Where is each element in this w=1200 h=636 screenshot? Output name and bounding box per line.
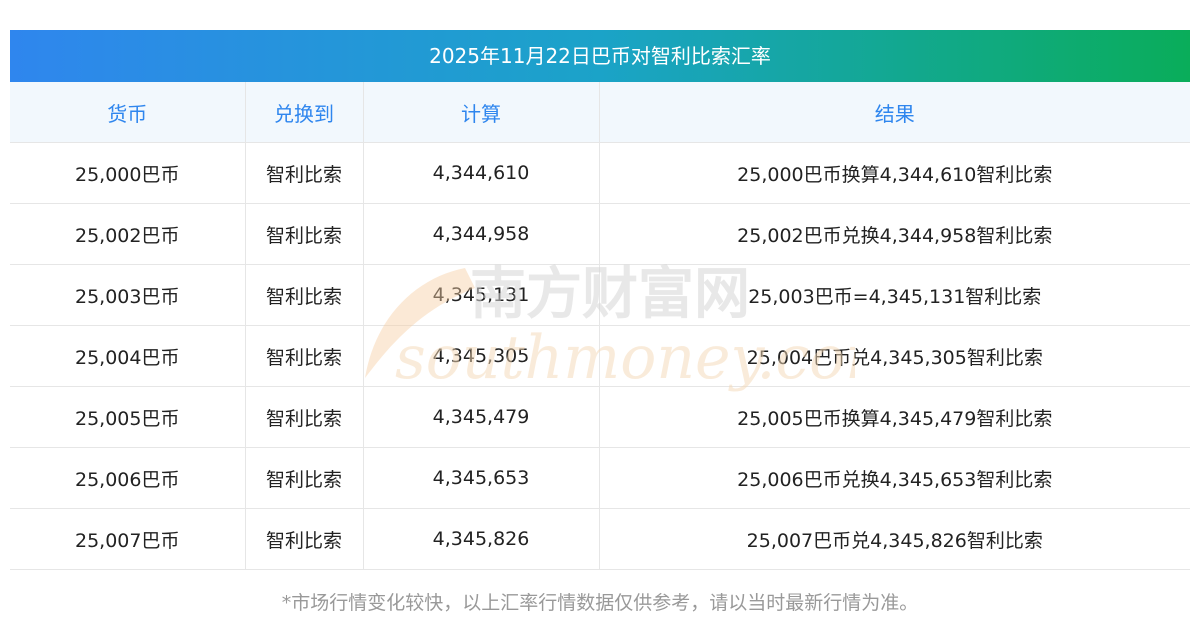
rate-table: 货币 兑换到 计算 结果 25,000巴币 智利比索 4,344,610 25,… xyxy=(10,82,1190,570)
cell-currency: 25,004巴币 xyxy=(10,325,246,387)
column-header-result: 结果 xyxy=(599,82,1190,143)
column-header-currency: 货币 xyxy=(10,82,246,143)
cell-convert-to: 智利比索 xyxy=(245,264,364,326)
cell-calculation: 4,345,305 xyxy=(363,325,600,387)
cell-result: 25,004巴币兑4,345,305智利比索 xyxy=(599,325,1190,387)
cell-result: 25,005巴币换算4,345,479智利比索 xyxy=(599,386,1190,448)
cell-result: 25,006巴币兑换4,345,653智利比索 xyxy=(599,447,1190,509)
cell-convert-to: 智利比索 xyxy=(245,386,364,448)
cell-convert-to: 智利比索 xyxy=(245,325,364,387)
cell-convert-to: 智利比索 xyxy=(245,203,364,265)
cell-currency: 25,002巴币 xyxy=(10,203,246,265)
cell-currency: 25,007巴币 xyxy=(10,508,246,570)
cell-result: 25,000巴币换算4,344,610智利比索 xyxy=(599,142,1190,204)
cell-convert-to: 智利比索 xyxy=(245,508,364,570)
cell-calculation: 4,345,826 xyxy=(363,508,600,570)
cell-convert-to: 智利比索 xyxy=(245,447,364,509)
table-row: 25,006巴币 智利比索 4,345,653 25,006巴币兑换4,345,… xyxy=(10,447,1190,509)
disclaimer-note: *市场行情变化较快，以上汇率行情数据仅供参考，请以当时最新行情为准。 xyxy=(281,592,919,614)
table-row: 25,002巴币 智利比索 4,344,958 25,002巴币兑换4,344,… xyxy=(10,203,1190,265)
column-header-convert-to: 兑换到 xyxy=(245,82,364,143)
table-row: 25,000巴币 智利比索 4,344,610 25,000巴币换算4,344,… xyxy=(10,142,1190,204)
cell-result: 25,007巴币兑4,345,826智利比索 xyxy=(599,508,1190,570)
cell-calculation: 4,345,653 xyxy=(363,447,600,509)
cell-result: 25,003巴币=4,345,131智利比索 xyxy=(599,264,1190,326)
cell-currency: 25,005巴币 xyxy=(10,386,246,448)
header-row: 货币 兑换到 计算 结果 xyxy=(10,82,1190,143)
cell-calculation: 4,345,131 xyxy=(363,264,600,326)
table-row: 25,003巴币 智利比索 4,345,131 25,003巴币=4,345,1… xyxy=(10,264,1190,326)
cell-calculation: 4,344,610 xyxy=(363,142,600,204)
column-header-calculation: 计算 xyxy=(363,82,600,143)
cell-currency: 25,006巴币 xyxy=(10,447,246,509)
cell-calculation: 4,344,958 xyxy=(363,203,600,265)
cell-currency: 25,003巴币 xyxy=(10,264,246,326)
cell-currency: 25,000巴币 xyxy=(10,142,246,204)
cell-result: 25,002巴币兑换4,344,958智利比索 xyxy=(599,203,1190,265)
cell-calculation: 4,345,479 xyxy=(363,386,600,448)
table-row: 25,005巴币 智利比索 4,345,479 25,005巴币换算4,345,… xyxy=(10,386,1190,448)
table-row: 25,007巴币 智利比索 4,345,826 25,007巴币兑4,345,8… xyxy=(10,508,1190,570)
table-row: 25,004巴币 智利比索 4,345,305 25,004巴币兑4,345,3… xyxy=(10,325,1190,387)
cell-convert-to: 智利比索 xyxy=(245,142,364,204)
rate-table-container: 2025年11月22日巴币对智利比索汇率 货币 兑换到 计算 结果 25,000… xyxy=(10,30,1190,570)
table-title: 2025年11月22日巴币对智利比索汇率 xyxy=(10,30,1190,82)
